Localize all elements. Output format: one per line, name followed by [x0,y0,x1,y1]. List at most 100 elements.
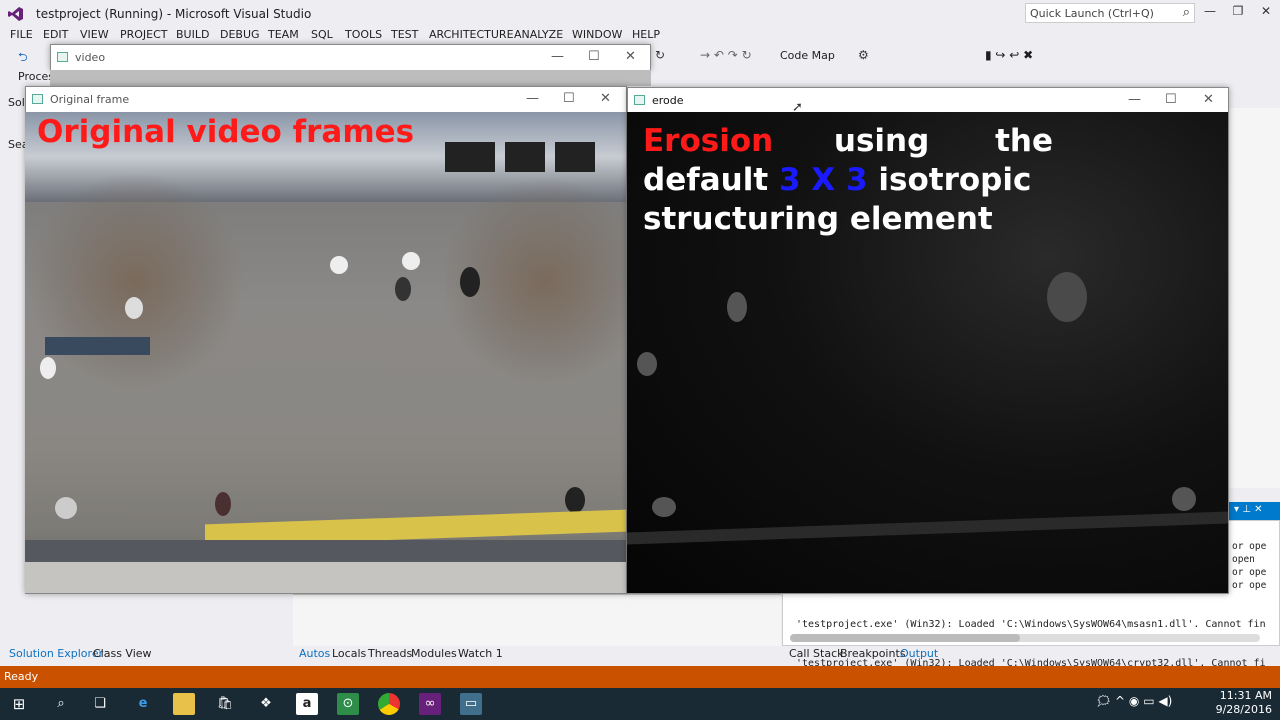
pin-icon[interactable]: ▾ ⊥ ✕ [1234,504,1262,515]
menu-analyze[interactable]: ANALYZE [514,28,563,41]
chrome-icon[interactable] [378,693,400,715]
tab-autos[interactable]: Autos [299,647,330,660]
search-icon[interactable]: ⌕ [50,693,72,715]
person [395,277,411,301]
menu-window[interactable]: WINDOW [572,28,622,41]
dropbox-icon[interactable]: ❖ [255,693,277,715]
eroded-person [652,497,676,517]
tray-icons[interactable]: 🗯 ^ ◉ ▭ ◀) [1096,694,1172,708]
erode-overlay-rest: using the [833,123,1053,159]
erode-window-titlebar[interactable]: erode — ☐ ✕ [628,88,1228,114]
bottom-tabbar: Solution Explorer Class View Autos Local… [0,647,1280,665]
person [55,497,77,519]
restart-icon[interactable]: ↻ [655,48,665,62]
menu-architecture[interactable]: ARCHITECTURE [429,28,514,41]
menu-test[interactable]: TEST [391,28,418,41]
status-bar: Ready [0,666,1280,688]
erode-window-title: erode [652,94,684,107]
original-window-titlebar[interactable]: Original frame — ☐ ✕ [26,87,626,113]
default-word: default [643,162,769,198]
window-icon [634,95,645,105]
quick-launch-input[interactable]: Quick Launch (Ctrl+Q) ⌕ [1025,3,1195,23]
video-window-title: video [75,51,106,64]
person [565,487,585,513]
person [40,357,56,379]
store-icon[interactable]: 🛍 [214,693,236,715]
eroded-person [637,352,657,376]
tab-breakpoints[interactable]: Breakpoints [840,647,906,660]
eroded-person [1172,487,1196,511]
quick-launch-placeholder: Quick Launch (Ctrl+Q) [1030,7,1154,20]
erode-overlay-line-2: default 3 X 3 isotropic [643,161,1053,200]
visual-studio-taskbar-icon[interactable]: ∞ [419,693,441,715]
output-fragment: open [1232,554,1255,565]
minimize-button[interactable]: — [1128,92,1141,107]
tram-window [505,142,545,172]
window-icon [32,94,43,104]
output-right-fragments: or ope open or ope or ope [1232,540,1266,592]
output-scrollbar[interactable] [790,634,1260,642]
file-explorer-icon[interactable] [173,693,195,715]
tab-modules[interactable]: Modules [411,647,457,660]
eroded-edge [627,511,1228,545]
close-button[interactable]: ✕ [1203,92,1214,107]
original-overlay-text: Original video frames [37,114,415,150]
thread-icon[interactable]: ⚙ [858,48,869,62]
taskbar-clock[interactable]: 11:31 AM 9/28/2016 [1216,689,1272,717]
maximize-button[interactable]: ☐ [588,49,600,64]
tab-call-stack[interactable]: Call Stack [789,647,843,660]
video-window[interactable]: video — ☐ ✕ [50,44,651,71]
close-button[interactable]: ✕ [600,91,611,106]
clock-time: 11:31 AM [1219,689,1272,702]
back-icon[interactable]: ⮌ [18,48,28,69]
maximize-button[interactable]: ☐ [1165,92,1177,107]
output-panel-header: ▾ ⊥ ✕ [1228,502,1280,520]
amazon-icon[interactable]: a [296,693,318,715]
menu-sql[interactable]: SQL [311,28,333,41]
bench [45,337,150,355]
bookmark-icon[interactable]: ▮ ↪ ↩ ✖ [985,48,1033,62]
menu-build[interactable]: BUILD [176,28,209,41]
step-icon[interactable]: → ↶ ↷ ↻ [700,48,752,62]
menu-help[interactable]: HELP [632,28,660,41]
tab-watch-1[interactable]: Watch 1 [458,647,503,660]
windows-start-icon[interactable]: ⊞ [8,693,30,715]
tab-class-view[interactable]: Class View [93,647,152,660]
eroded-video-frame: Erosion using the default 3 X 3 isotropi… [627,112,1228,593]
edge-icon[interactable]: e [132,693,154,715]
eroded-person [1047,272,1087,322]
task-view-icon[interactable]: ❏ [89,693,111,715]
menu-file[interactable]: FILE [10,28,33,41]
video-window-titlebar[interactable]: video — ☐ ✕ [51,45,650,71]
erode-overlay-line-3: structuring element [643,201,993,237]
tab-output[interactable]: Output [900,647,938,660]
person [125,297,143,319]
close-button[interactable]: ✕ [1252,4,1280,22]
window-icon [57,52,68,62]
close-button[interactable]: ✕ [625,49,636,64]
taskbar: ⊞ ⌕ ❏ e 🛍 ❖ a ⊙ ∞ ▭ 🗯 ^ ◉ ▭ ◀) 11:31 AM … [0,688,1280,720]
tripadvisor-icon[interactable]: ⊙ [337,693,359,715]
code-map-button[interactable]: Code Map [780,49,835,62]
tab-threads[interactable]: Threads [368,647,412,660]
maximize-button[interactable]: ❐ [1224,4,1252,22]
minimize-button[interactable]: — [551,49,564,64]
maximize-button[interactable]: ☐ [563,91,575,106]
minimize-button[interactable]: — [526,91,539,106]
menu-tools[interactable]: TOOLS [345,28,382,41]
tab-locals[interactable]: Locals [332,647,366,660]
menu-edit[interactable]: EDIT [43,28,68,41]
menu-project[interactable]: PROJECT [120,28,168,41]
clock-date: 9/28/2016 [1215,703,1272,716]
status-text: Ready [4,670,39,683]
menu-view[interactable]: VIEW [80,28,109,41]
menu-team[interactable]: TEAM [268,28,299,41]
mouse-cursor-icon: ➚ [792,100,803,115]
minimize-button[interactable]: — [1196,4,1224,22]
scrollbar-thumb[interactable] [790,634,1020,642]
autos-pane [293,594,781,646]
opencv-window-taskbar-icon[interactable]: ▭ [460,693,482,715]
menu-debug[interactable]: DEBUG [220,28,260,41]
tab-solution-explorer[interactable]: Solution Explorer [9,647,103,660]
search-icon[interactable]: ⌕ [1183,5,1190,20]
